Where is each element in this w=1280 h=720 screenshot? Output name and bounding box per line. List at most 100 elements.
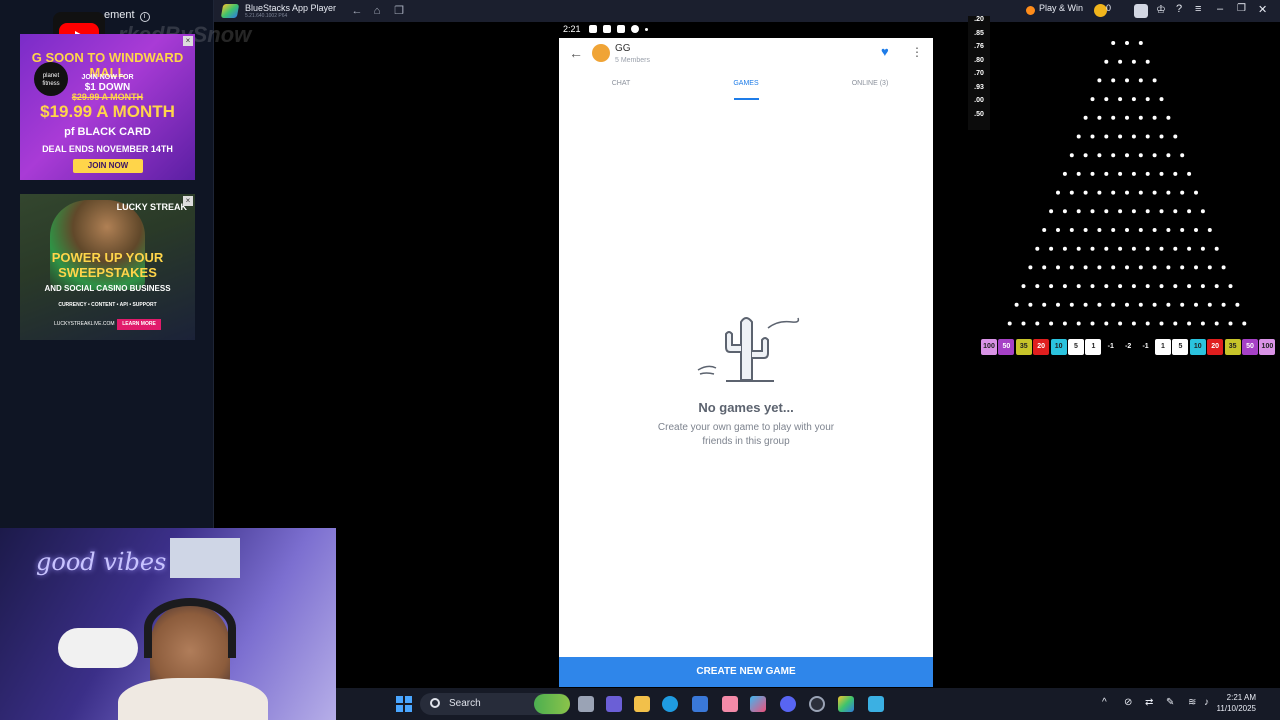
plinko-peg [1104,246,1109,251]
plinko-peg [1159,97,1164,102]
play-win-icon[interactable] [1026,6,1035,15]
plinko-peg [1007,321,1012,326]
plinko-peg [1180,153,1185,158]
teams-icon[interactable] [606,696,622,712]
plinko-slot: 50 [1242,339,1258,355]
recent-apps-icon[interactable]: ❐ [392,4,406,18]
plinko-peg [1194,190,1198,195]
tab-online[interactable]: ONLINE (3) [820,80,920,87]
heart-icon[interactable]: ♥ [881,45,895,59]
ad-close-icon[interactable]: × [183,196,193,206]
edge-icon[interactable] [662,696,678,712]
lucky-streak-ad[interactable]: LUCKY STREAK POWER UP YOUR SWEEPSTAKES A… [20,194,195,340]
ad-close-icon[interactable]: × [183,36,193,46]
file-explorer-icon[interactable] [634,696,650,712]
wifi-icon[interactable]: ≋ [1188,697,1196,708]
plinko-peg [1207,265,1212,270]
plinko-peg [1118,171,1123,176]
task-view-icon[interactable] [578,696,594,712]
plinko-peg [1076,134,1081,139]
create-new-game-button[interactable]: CREATE NEW GAME [559,657,933,687]
windows-start-icon[interactable] [396,696,412,712]
plinko-peg [1069,265,1074,270]
plinko-peg [1131,134,1136,139]
bluestacks-taskbar-icon[interactable] [838,696,854,712]
plinko-peg [1111,78,1116,83]
window-version: 5.21.640.1002 P64 [245,13,288,19]
plinko-slot: 20 [1033,339,1050,355]
store-icon[interactable] [692,696,708,712]
tab-games[interactable]: GAMES [696,80,796,87]
plinko-slot: 5 [1172,339,1189,355]
plinko-peg [1152,265,1157,270]
tray-chevron-icon[interactable]: ^ [1102,697,1107,708]
profile-avatar[interactable] [1134,4,1148,18]
plinko-peg [1118,246,1123,251]
plinko-peg [1069,153,1074,158]
plinko-peg [1166,265,1171,270]
notification-icon [617,25,625,33]
plinko-peg [1145,171,1150,176]
plinko-peg [1090,284,1095,289]
plinko-peg [1187,321,1192,326]
info-icon[interactable]: i [139,12,150,22]
active-tab-indicator [734,98,759,100]
plinko-peg [1118,134,1123,139]
tray-app-icon[interactable]: ✎ [1166,697,1174,708]
more-options-icon[interactable]: ⋮ [911,45,923,59]
plinko-peg [1214,284,1219,289]
ad-subheadline: AND SOCIAL CASINO BUSINESS [44,284,171,293]
plinko-peg [1069,302,1074,307]
plinko-peg [1111,41,1116,45]
learn-more-button[interactable]: LEARN MORE [117,319,161,330]
app-icon[interactable] [722,696,738,712]
back-arrow-icon[interactable]: ← [569,46,583,60]
plinko-slot: 100 [1259,339,1276,355]
plinko-peg [1062,246,1067,251]
obs-icon[interactable] [809,696,825,712]
plinko-peg [1083,228,1088,232]
plinko-peg [1062,321,1067,326]
plinko-peg [1104,134,1109,139]
taskbar-search[interactable]: Search [420,693,570,715]
tray-app-icon[interactable]: ⇄ [1145,697,1153,708]
plinko-peg [1131,97,1136,102]
plinko-peg [1180,228,1185,232]
volume-icon[interactable]: ♪ [1204,697,1209,708]
plinko-peg [1125,41,1129,45]
odds-value: .20 [974,16,984,23]
menu-icon[interactable]: ≡ [1195,3,1201,15]
plinko-peg [1138,115,1143,120]
plinko-peg [1145,246,1150,251]
back-nav-icon[interactable]: ← [350,4,364,18]
play-win-button[interactable]: Play & Win [1039,3,1083,13]
tray-app-icon[interactable]: ⊘ [1124,697,1132,708]
plinko-peg [1049,246,1054,251]
gift-icon[interactable]: ♔ [1156,3,1166,16]
group-name[interactable]: GG [615,43,631,54]
group-avatar[interactable] [592,44,610,62]
plinko-peg [1111,153,1116,158]
maximize-icon[interactable]: ❐ [1237,3,1246,14]
discord-icon[interactable] [780,696,796,712]
plinko-peg [1056,302,1060,307]
copilot-icon[interactable] [750,696,766,712]
help-icon[interactable]: ? [1176,3,1182,15]
search-label: Search [449,698,481,709]
join-now-button[interactable]: JOIN NOW [73,159,143,173]
notepad-icon[interactable] [868,696,884,712]
plinko-peg [1152,153,1157,158]
plinko-peg [1097,265,1102,270]
tab-chat[interactable]: CHAT [571,80,671,87]
minimize-icon[interactable]: – [1217,3,1223,15]
system-clock[interactable]: 2:21 AM 11/10/2025 [1217,692,1256,714]
planet-fitness-ad[interactable]: G SOON TO WINDWARD MALL planet fitness J… [20,34,195,180]
plinko-peg [1111,190,1116,195]
home-icon[interactable]: ⌂ [370,4,384,18]
plinko-peg [1062,284,1067,289]
plinko-peg [1221,302,1226,307]
plinko-peg [1138,78,1143,83]
plinko-peg [1104,209,1109,214]
plinko-peg [1159,321,1164,326]
close-icon[interactable]: ✕ [1258,3,1267,16]
